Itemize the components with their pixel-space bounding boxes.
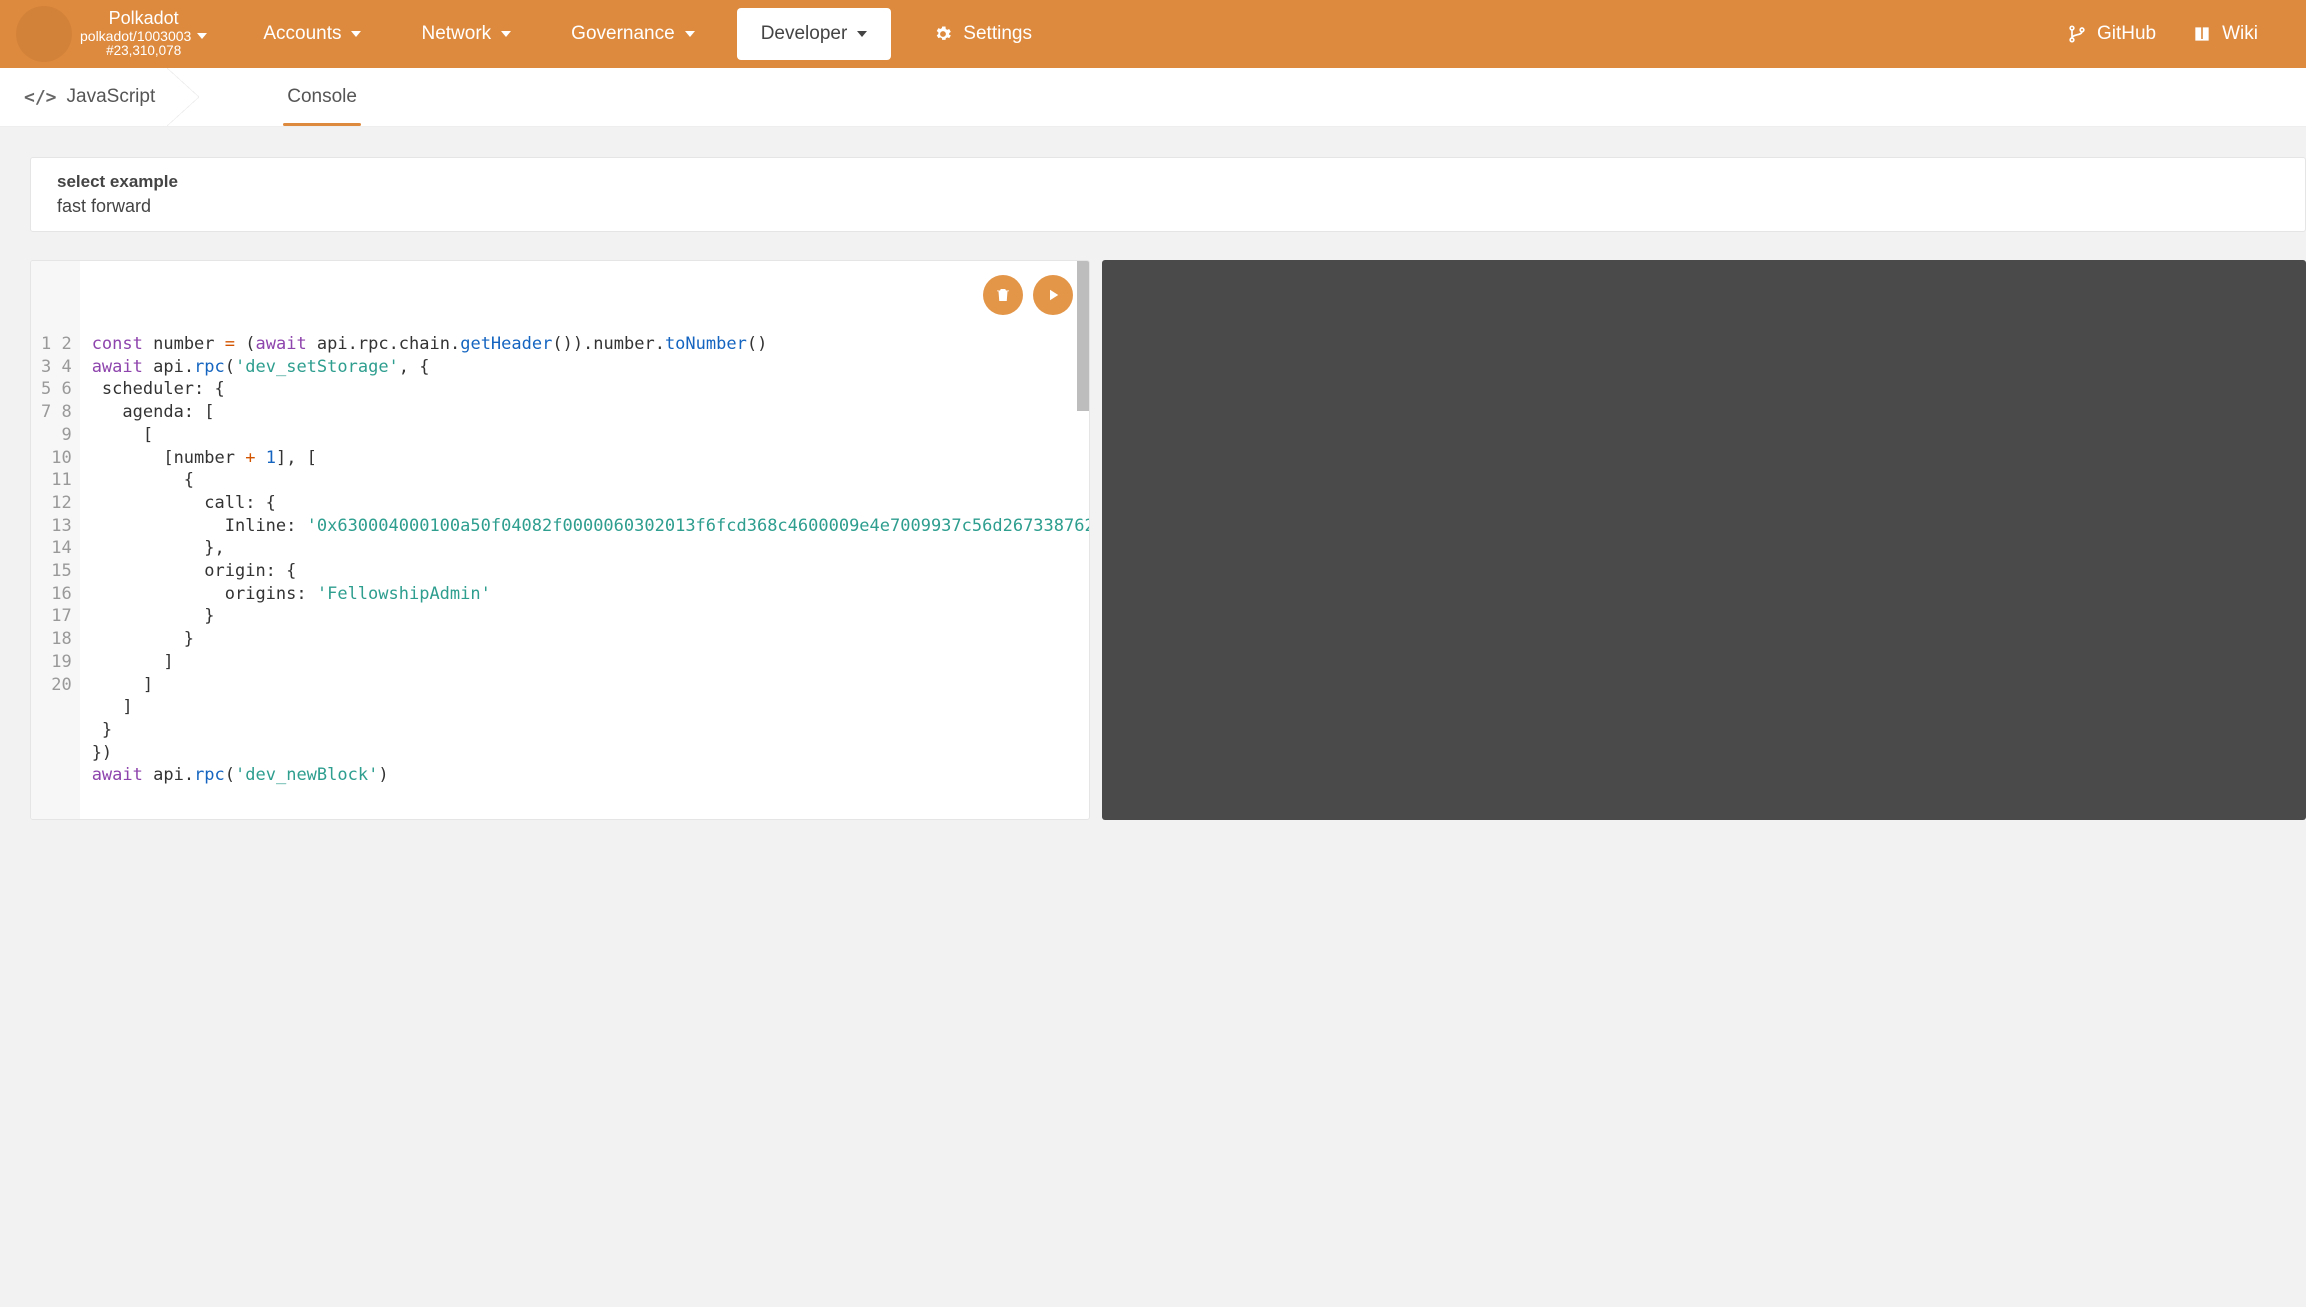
nav-network[interactable]: Network xyxy=(391,0,541,68)
breadcrumb[interactable]: </> JavaScript xyxy=(24,68,183,126)
nav-github[interactable]: GitHub xyxy=(2049,0,2174,68)
git-branch-icon xyxy=(2067,24,2087,44)
nav-governance[interactable]: Governance xyxy=(541,0,725,68)
chain-logo xyxy=(16,6,72,62)
gear-icon xyxy=(933,24,953,44)
tab-console[interactable]: Console xyxy=(283,68,361,126)
code-editor[interactable]: 1 2 3 4 5 6 7 8 9 10 11 12 13 14 15 16 1… xyxy=(30,260,1090,820)
code-area[interactable]: const number = (await api.rpc.chain.getH… xyxy=(80,261,1089,819)
chain-block: #23,310,078 xyxy=(106,44,181,59)
output-panel xyxy=(1102,260,2306,820)
line-gutter: 1 2 3 4 5 6 7 8 9 10 11 12 13 14 15 16 1… xyxy=(31,261,80,819)
chevron-down-icon xyxy=(857,31,867,37)
editor-actions xyxy=(983,275,1073,315)
breadcrumb-label: JavaScript xyxy=(67,86,156,108)
book-icon xyxy=(2192,24,2212,44)
chevron-down-icon xyxy=(685,31,695,37)
example-select-label: select example xyxy=(57,172,2279,192)
top-nav: Polkadot polkadot/1003003 #23,310,078 Ac… xyxy=(0,0,2306,68)
code-icon: </> xyxy=(24,87,57,108)
chain-info: Polkadot polkadot/1003003 #23,310,078 xyxy=(80,9,207,59)
nav-developer[interactable]: Developer xyxy=(737,8,892,60)
sub-nav: </> JavaScript Console xyxy=(0,68,2306,127)
trash-icon xyxy=(994,286,1012,304)
nav-accounts[interactable]: Accounts xyxy=(233,0,391,68)
chevron-down-icon xyxy=(501,31,511,37)
run-button[interactable] xyxy=(1033,275,1073,315)
chevron-down-icon xyxy=(351,31,361,37)
chevron-down-icon xyxy=(197,33,207,39)
workspace: 1 2 3 4 5 6 7 8 9 10 11 12 13 14 15 16 1… xyxy=(30,260,2306,820)
page-body: select example fast forward 1 2 3 4 5 6 … xyxy=(0,127,2306,820)
nav-settings[interactable]: Settings xyxy=(903,0,1062,68)
chain-switcher[interactable]: Polkadot polkadot/1003003 #23,310,078 xyxy=(0,6,233,62)
chain-name: Polkadot xyxy=(109,9,179,29)
nav-wiki[interactable]: Wiki xyxy=(2174,0,2276,68)
example-select[interactable]: select example fast forward xyxy=(30,157,2306,232)
editor-scrollbar[interactable] xyxy=(1077,261,1089,819)
chain-spec: polkadot/1003003 xyxy=(80,29,207,44)
play-icon xyxy=(1044,286,1062,304)
example-select-value: fast forward xyxy=(57,196,2279,217)
clear-button[interactable] xyxy=(983,275,1023,315)
